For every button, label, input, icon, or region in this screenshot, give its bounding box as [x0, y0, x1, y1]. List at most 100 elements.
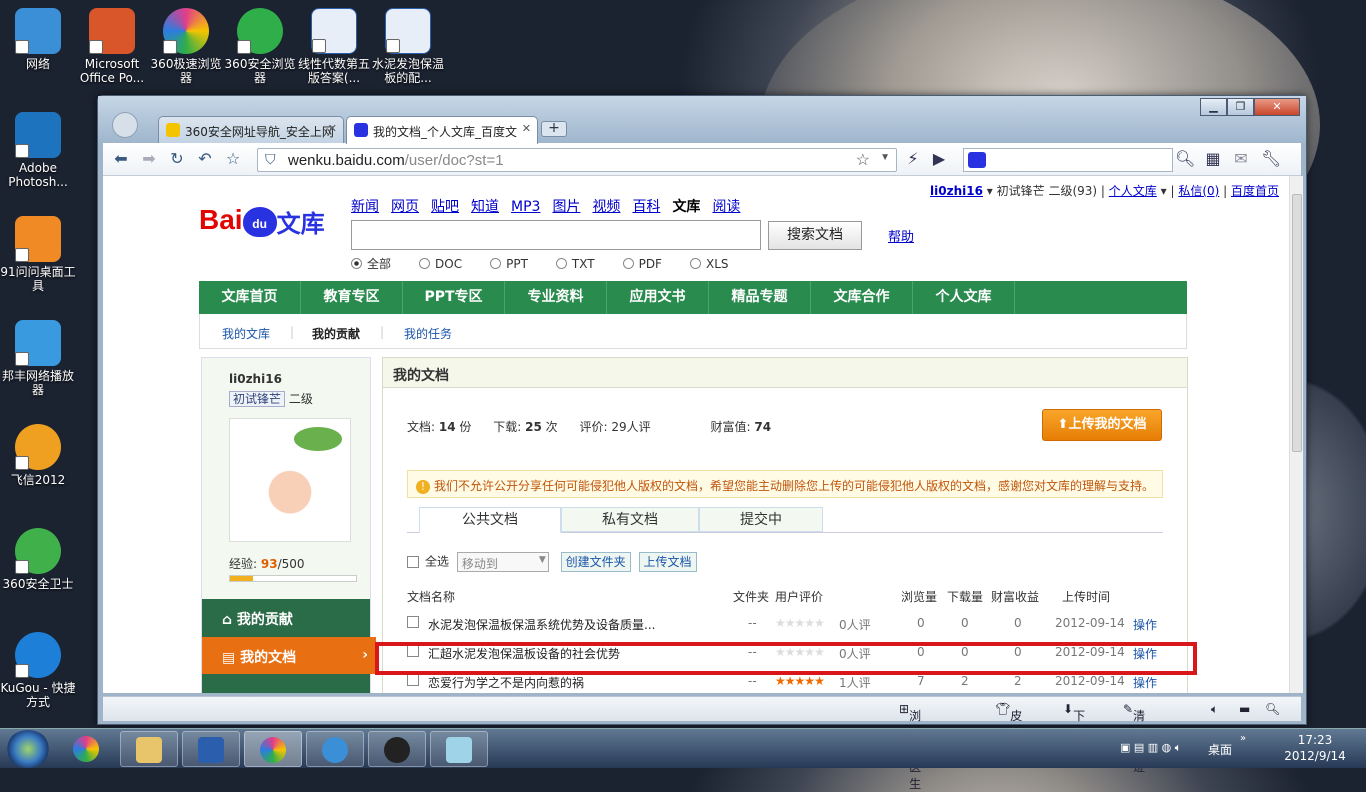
menu-featured[interactable]: 精品专题 — [709, 281, 811, 314]
menu-professional[interactable]: 专业资料 — [505, 281, 607, 314]
help-link[interactable]: 帮助 — [888, 226, 914, 245]
desktop-icon-360chrome[interactable]: 360极速浏览器 — [148, 8, 224, 85]
radio-xls[interactable]: XLS — [689, 257, 743, 271]
user-avatar-icon[interactable] — [112, 112, 138, 138]
favorite-star-icon[interactable]: ☆ — [223, 149, 243, 168]
radio-ppt[interactable]: PPT — [490, 257, 542, 271]
tab-wenku[interactable]: 我的文档_个人文库_百度文 ✕ — [346, 116, 538, 144]
menu-cooperation[interactable]: 文库合作 — [811, 281, 913, 314]
back-icon[interactable]: ⬅ — [111, 149, 131, 168]
volume-icon[interactable]: 🔈︎ — [1211, 702, 1218, 717]
nav-video[interactable]: 视频 — [592, 199, 620, 215]
avatar[interactable] — [229, 418, 351, 542]
apps-icon[interactable]: ▦ — [1203, 149, 1223, 168]
select-all-checkbox[interactable] — [407, 555, 419, 568]
doc-search-input[interactable] — [351, 220, 761, 250]
baidu-search-engine-icon[interactable] — [968, 152, 986, 168]
baidu-wenku-logo[interactable]: Bai du 文库 — [199, 204, 325, 239]
menu-personal[interactable]: 个人文库 — [913, 281, 1015, 314]
tab-public-docs[interactable]: 公共文档 — [419, 507, 561, 533]
minimize-button[interactable]: ▁ — [1200, 98, 1227, 116]
messages-link[interactable]: 私信(0) — [1178, 184, 1219, 198]
nav-web[interactable]: 网页 — [391, 199, 419, 215]
taskbar-qq[interactable] — [368, 731, 426, 767]
radio-pdf[interactable]: PDF — [622, 257, 676, 271]
close-tab-icon[interactable]: ✕ — [522, 122, 531, 135]
desktop-icon-kugou[interactable]: KuGou - 快捷方式 — [0, 632, 76, 709]
chevron-down-icon[interactable]: ▼ — [880, 152, 890, 163]
desktop-icon-360safe[interactable]: 360安全卫士 — [0, 528, 76, 591]
desktop-icon-fetion[interactable]: 飞信2012 — [0, 424, 76, 487]
menu-education[interactable]: 教育专区 — [301, 281, 403, 314]
mail-icon[interactable]: ✉ — [1231, 149, 1251, 168]
upload-doc-button[interactable]: 上传文档 — [638, 551, 697, 572]
undo-icon[interactable]: ↶ — [195, 149, 215, 168]
taskbar-360-app[interactable] — [58, 731, 116, 767]
sidebar-my-documents[interactable]: ▤ 我的文档 › — [202, 637, 376, 674]
nav-baike[interactable]: 百科 — [632, 199, 660, 215]
tab-private-docs[interactable]: 私有文档 — [561, 507, 699, 532]
forward-icon[interactable]: ➡ — [139, 149, 159, 168]
subnav-my-tasks[interactable]: 我的任务 — [404, 325, 452, 342]
show-desktop-label[interactable]: 桌面 — [1208, 741, 1232, 758]
tray-icons[interactable]: ▣ ▤ ▥ ◍ 🔈︎ — [1120, 741, 1181, 755]
maximize-button[interactable]: ❐ — [1227, 98, 1254, 116]
taskbar-app[interactable] — [430, 731, 488, 767]
subnav-my-contribution[interactable]: 我的贡献 — [312, 325, 360, 342]
nav-news[interactable]: 新闻 — [351, 199, 379, 215]
status-skin[interactable]: 👕︎ 皮肤 — [995, 702, 1022, 740]
radio-txt[interactable]: TXT — [555, 257, 609, 271]
bookmark-star-icon[interactable]: ☆ — [856, 150, 870, 170]
desktop-icon-powerpoint[interactable]: Microsoft Office Po... — [74, 8, 150, 85]
desktop-icon-91wenwen[interactable]: 91问问桌面工具 — [0, 216, 76, 293]
nav-tieba[interactable]: 贴吧 — [431, 199, 459, 215]
doc-name-link[interactable]: 水泥发泡保温板保温系统优势及设备质量... — [428, 616, 655, 633]
doc-checkbox[interactable] — [407, 674, 419, 686]
radio-all[interactable]: 全部 — [351, 257, 405, 271]
zoom-icon[interactable]: 🔍︎ — [1265, 702, 1280, 716]
desktop-icon-photoshop[interactable]: Adobe Photosh... — [0, 112, 76, 189]
desktop-icon-player[interactable]: 邦丰网络播放器 — [0, 320, 76, 397]
desktop-icon-360browser[interactable]: 360安全浏览器 — [222, 8, 298, 85]
lightning-icon[interactable]: ⚡ — [903, 149, 923, 168]
start-button[interactable] — [6, 730, 50, 768]
close-button[interactable]: ✕ — [1254, 98, 1300, 116]
desktop-icon-word-doc2[interactable]: 水泥发泡保温板的配... — [370, 8, 446, 85]
new-tab-button[interactable]: + — [541, 121, 567, 137]
tab-360-nav[interactable]: 360安全网址导航_安全上网 ✕ — [158, 116, 344, 143]
address-bar[interactable]: ⛉ wenku.baidu.com/user/doc?st=1 ☆ ▼ — [257, 148, 897, 172]
chevron-up-icon[interactable]: » — [1240, 733, 1246, 744]
sidebar-my-contribution[interactable]: ⌂ 我的贡献 — [202, 599, 370, 637]
nav-zhidao[interactable]: 知道 — [471, 199, 499, 215]
close-tab-icon[interactable]: ✕ — [328, 122, 337, 135]
nav-read[interactable]: 阅读 — [712, 199, 740, 215]
personal-library-link[interactable]: 个人文库 — [1109, 184, 1157, 198]
upload-my-docs-button[interactable]: ⬆上传我的文档 — [1042, 409, 1162, 441]
desktop-icon-word-doc1[interactable]: 线性代数第五版答案(... — [296, 8, 372, 85]
search-box[interactable] — [963, 148, 1173, 172]
status-doctor[interactable]: ⊞ 浏览器医生 — [899, 702, 921, 791]
play-icon[interactable]: ▶ — [929, 149, 949, 168]
create-folder-button[interactable]: 创建文件夹 — [560, 551, 631, 572]
status-clear-traces[interactable]: ✎ 清除痕迹 — [1123, 702, 1145, 774]
clock[interactable]: 17:23 2012/9/14 — [1280, 732, 1350, 764]
taskbar-explorer[interactable] — [120, 731, 178, 767]
search-docs-button[interactable]: 搜索文档 — [768, 221, 862, 250]
refresh-icon[interactable]: ↻ — [167, 149, 187, 168]
menu-applied-docs[interactable]: 应用文书 — [607, 281, 709, 314]
radio-doc[interactable]: DOC — [419, 257, 476, 271]
tab-submitting[interactable]: 提交中 — [699, 507, 823, 532]
desktop-icon-network[interactable]: 网络 — [0, 8, 76, 71]
wrench-icon[interactable]: 🔧︎ — [1261, 149, 1281, 168]
doc-name-link[interactable]: 恋爱行为学之不是内向惹的祸 — [428, 674, 584, 691]
menu-ppt[interactable]: PPT专区 — [403, 281, 505, 314]
username-link[interactable]: li0zhi16 — [930, 184, 983, 198]
status-download[interactable]: ⬇ 下载 — [1063, 702, 1085, 740]
nav-images[interactable]: 图片 — [552, 199, 580, 215]
search-icon[interactable]: 🔍︎ — [1175, 149, 1195, 168]
nav-wenku[interactable]: 文库 — [672, 199, 700, 215]
screen-icon[interactable]: ▬ — [1239, 702, 1250, 716]
doc-checkbox[interactable] — [407, 616, 419, 628]
operate-link[interactable]: 操作 — [1133, 674, 1157, 691]
subnav-my-library[interactable]: 我的文库 — [222, 325, 270, 342]
